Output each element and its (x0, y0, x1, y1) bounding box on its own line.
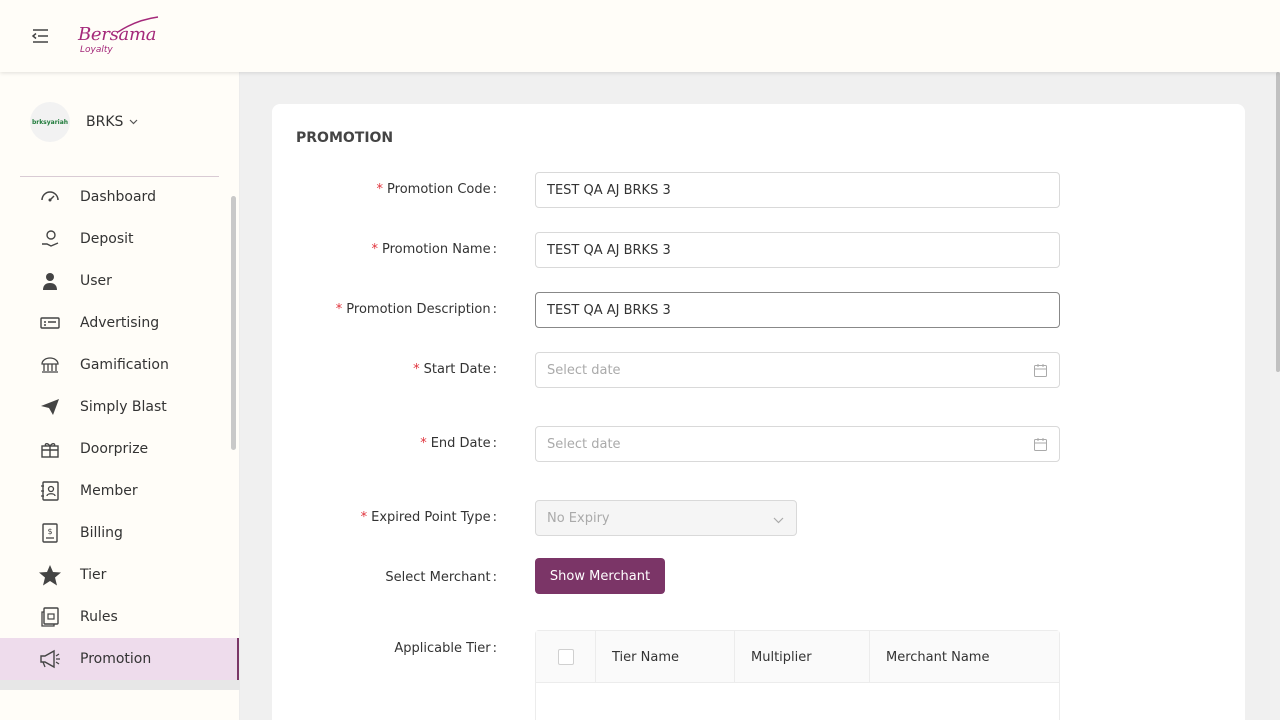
sidebar-item-rules[interactable]: Rules (0, 596, 239, 638)
sidebar-nav: Dashboard Deposit User Advertising Gamif… (0, 176, 239, 680)
show-merchant-button[interactable]: Show Merchant (535, 558, 665, 594)
promotion-code-field[interactable]: TEST QA AJ BRKS 3 (535, 172, 1060, 208)
sidebar-item-label: Tier (80, 567, 107, 583)
sidebar-item-label: Gamification (80, 357, 169, 373)
select-all-cell (536, 631, 596, 683)
sidebar-item-dashboard[interactable]: Dashboard (0, 176, 239, 218)
megaphone-icon (39, 648, 61, 670)
promotion-description-field[interactable]: TEST QA AJ BRKS 3 (535, 292, 1060, 328)
rules-icon (39, 606, 61, 628)
sidebar-item-label: Dashboard (80, 189, 156, 205)
end-date-picker[interactable]: Select date (535, 426, 1060, 462)
sidebar-scrollbar[interactable] (231, 196, 236, 450)
dashboard-icon (39, 186, 61, 208)
brand-avatar: brksyariah (30, 102, 70, 142)
chevron-down-icon (773, 513, 784, 528)
sidebar-item-label: Doorprize (80, 441, 149, 457)
column-header-multiplier[interactable]: Multiplier (735, 631, 870, 683)
star-icon (39, 564, 61, 586)
brand-name: BRKS (86, 114, 124, 130)
sidebar-item-label: Rules (80, 609, 118, 625)
calendar-icon (1034, 364, 1047, 381)
sidebar-item-label: Simply Blast (80, 399, 167, 415)
end-date-placeholder: Select date (547, 436, 621, 452)
sidebar-horizontal-scrollbar[interactable] (0, 680, 240, 690)
sidebar-item-doorprize[interactable]: Doorprize (0, 428, 239, 470)
billing-icon: $ (39, 522, 61, 544)
select-merchant-label: Select Merchant: (385, 570, 497, 585)
member-icon (39, 480, 61, 502)
applicable-tier-table: Tier Name Multiplier Merchant Name (535, 630, 1060, 720)
sidebar-item-simply-blast[interactable]: Simply Blast (0, 386, 239, 428)
expired-point-type-label: * Expired Point Type: (360, 510, 497, 525)
promotion-code-label: * Promotion Code: (376, 182, 497, 197)
sidebar-item-promotion[interactable]: Promotion (0, 638, 239, 680)
sidebar-item-advertising[interactable]: Advertising (0, 302, 239, 344)
start-date-label: * Start Date: (413, 362, 497, 377)
menu-collapse-icon[interactable] (30, 26, 50, 46)
advertising-icon (39, 312, 61, 334)
logo-subtext: Loyalty (80, 45, 113, 55)
logo-text: Bersama (78, 24, 157, 45)
page-scrollbar-thumb[interactable] (1276, 72, 1280, 372)
promotion-name-label: * Promotion Name: (371, 242, 497, 257)
calendar-icon (1034, 438, 1047, 455)
sidebar-item-label: Advertising (80, 315, 160, 331)
page-title: PROMOTION (296, 130, 394, 146)
start-date-placeholder: Select date (547, 362, 621, 378)
expired-point-type-select[interactable]: No Expiry (535, 500, 797, 536)
brand-logo-text: brksyariah (31, 118, 69, 126)
promotion-description-label: * Promotion Description: (335, 302, 497, 317)
promotion-name-field[interactable]: TEST QA AJ BRKS 3 (535, 232, 1060, 268)
end-date-label: * End Date: (420, 436, 497, 451)
brand-selector[interactable]: brksyariah BRKS (30, 102, 220, 142)
user-icon (39, 270, 61, 292)
sidebar-item-tier[interactable]: Tier (0, 554, 239, 596)
svg-text:$: $ (47, 527, 52, 536)
main-content: PROMOTION * Promotion Code: TEST QA AJ BR… (240, 72, 1270, 720)
sidebar-item-label: Deposit (80, 231, 134, 247)
sidebar-item-billing[interactable]: $ Billing (0, 512, 239, 554)
sidebar: brksyariah BRKS Dashboard Deposit User A… (0, 72, 240, 720)
start-date-picker[interactable]: Select date (535, 352, 1060, 388)
bersama-logo[interactable]: Bersama Loyalty (78, 16, 168, 60)
deposit-icon (39, 228, 61, 250)
sidebar-item-user[interactable]: User (0, 260, 239, 302)
gamification-icon (39, 354, 61, 376)
sidebar-item-label: Promotion (80, 651, 152, 667)
top-header: Bersama Loyalty (0, 0, 1280, 72)
sidebar-item-member[interactable]: Member (0, 470, 239, 512)
table-header: Tier Name Multiplier Merchant Name (536, 631, 1059, 683)
sidebar-item-label: Billing (80, 525, 123, 541)
send-icon (39, 396, 61, 418)
gift-icon (39, 438, 61, 460)
column-header-merchant-name[interactable]: Merchant Name (870, 631, 1059, 683)
applicable-tier-label: Applicable Tier: (394, 641, 497, 656)
column-header-tier-name[interactable]: Tier Name (596, 631, 735, 683)
sidebar-item-label: Member (80, 483, 138, 499)
promotion-form-card: PROMOTION * Promotion Code: TEST QA AJ BR… (272, 104, 1245, 720)
chevron-down-icon (129, 117, 138, 128)
select-all-checkbox[interactable] (557, 649, 574, 665)
expired-point-type-value: No Expiry (547, 510, 610, 526)
sidebar-item-deposit[interactable]: Deposit (0, 218, 239, 260)
sidebar-item-label: User (80, 273, 112, 289)
sidebar-item-gamification[interactable]: Gamification (0, 344, 239, 386)
